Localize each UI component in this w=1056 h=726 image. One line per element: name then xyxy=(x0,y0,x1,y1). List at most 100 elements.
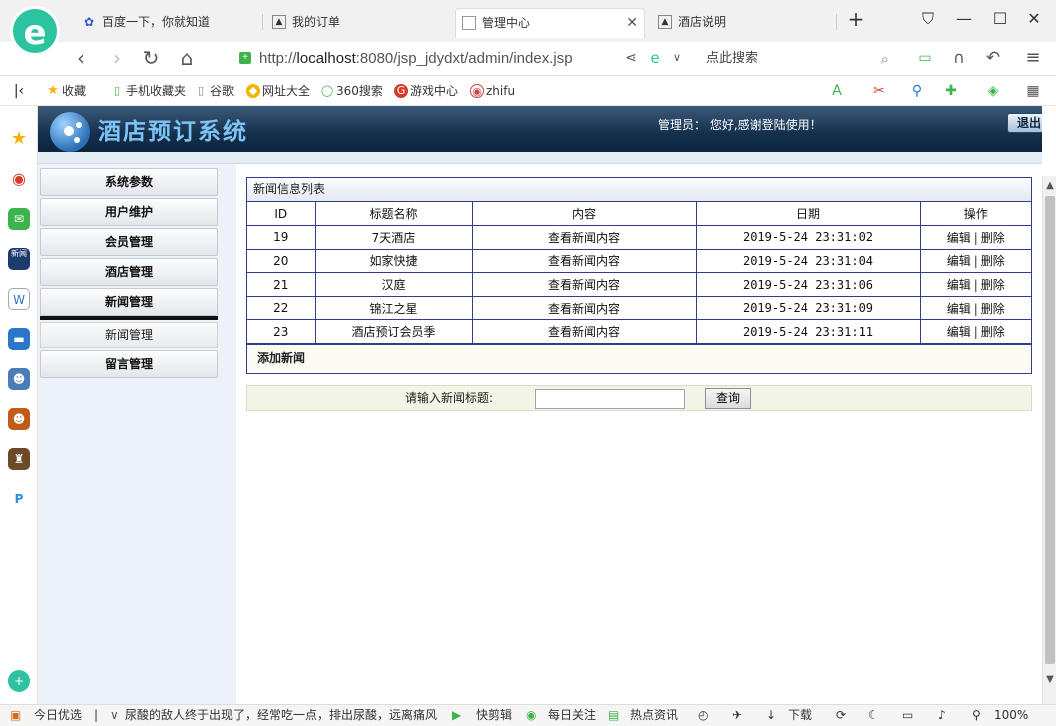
moon-icon[interactable]: ☾ xyxy=(868,705,879,726)
scroll-up-icon[interactable]: ▲ xyxy=(1043,180,1056,191)
scroll-down-icon[interactable]: ▼ xyxy=(1043,674,1056,685)
hot-news-link[interactable]: 热点资讯 xyxy=(630,705,678,726)
quick-clip-link[interactable]: 快剪辑 xyxy=(476,705,512,726)
p-app-icon[interactable]: P xyxy=(8,488,30,510)
menu-icon[interactable]: ≡ xyxy=(1020,46,1046,72)
daily-follow-link[interactable]: 每日关注 xyxy=(548,705,596,726)
gamepad-icon[interactable]: ✚ xyxy=(942,82,960,100)
add-news-link[interactable]: 添加新闻 xyxy=(257,351,305,365)
home-icon[interactable]: ⌂ xyxy=(174,46,200,72)
logout-button[interactable]: 退出 xyxy=(1007,113,1042,133)
bookmark-zhifu[interactable]: ◉ zhifu xyxy=(470,82,515,100)
game-app-icon[interactable]: ♜ xyxy=(8,448,30,470)
menu-user-maintenance[interactable]: 用户维护 xyxy=(40,198,218,226)
maximize-icon[interactable]: ☐ xyxy=(988,8,1012,32)
edit-link[interactable]: 编辑 xyxy=(947,302,971,316)
bookmark-favorites[interactable]: ★ 收藏 xyxy=(46,82,86,100)
news-ticker[interactable]: 尿酸的敌人终于出现了，经常吃一点，排出尿酸，远离痛风 xyxy=(125,705,437,726)
download-icon[interactable]: ↓ xyxy=(766,705,776,726)
hot-news-icon[interactable]: ▤ xyxy=(608,705,619,726)
url-field[interactable]: + http://localhost:8080/jsp_jdydxt/admin… xyxy=(235,46,615,72)
favorites-star-icon[interactable]: ★ xyxy=(8,128,30,150)
search-icon[interactable]: ⌕ xyxy=(881,46,889,72)
news-app-icon[interactable]: 新闻 xyxy=(8,248,30,270)
view-content-link[interactable]: 查看新闻内容 xyxy=(471,272,697,297)
cell-date: 2019-5-24 23:31:04 xyxy=(695,248,921,274)
game-app-icon[interactable]: ☻ xyxy=(8,368,30,390)
edit-link[interactable]: 编辑 xyxy=(947,231,971,245)
window-icon[interactable]: ▭ xyxy=(902,705,913,726)
zoom-tool-icon[interactable]: ⚲ xyxy=(908,82,926,100)
close-tab-icon[interactable]: ✕ xyxy=(626,9,638,37)
weibo-icon[interactable]: ◉ xyxy=(8,168,30,190)
bookmark-google[interactable]: ▯ 谷歌 xyxy=(194,82,234,100)
word-doc-icon[interactable]: W xyxy=(8,288,30,310)
view-content-link[interactable]: 查看新闻内容 xyxy=(471,319,697,345)
zoom-level[interactable]: 100% xyxy=(994,705,1028,726)
news-title-search-input[interactable] xyxy=(535,389,685,409)
edit-link[interactable]: 编辑 xyxy=(947,278,971,292)
apps-grid-icon[interactable]: ▦ xyxy=(1024,82,1042,100)
query-button[interactable]: 查询 xyxy=(705,388,751,409)
menu-message-management[interactable]: 留言管理 xyxy=(40,350,218,378)
close-window-icon[interactable]: ✕ xyxy=(1022,8,1046,32)
translate-icon[interactable]: A xyxy=(828,82,846,100)
bookmark-web-directory[interactable]: ◆ 网址大全 xyxy=(246,82,310,100)
new-tab-button[interactable]: + xyxy=(844,8,868,32)
menu-system-params[interactable]: 系统参数 xyxy=(40,168,218,196)
today-picks-link[interactable]: 今日优选 xyxy=(34,705,82,726)
forward-icon[interactable]: › xyxy=(104,46,130,72)
tab-hotel-info[interactable]: ▲ 酒店说明 xyxy=(652,8,832,38)
minimize-icon[interactable]: — xyxy=(952,8,976,32)
delete-link[interactable]: 删除 xyxy=(981,231,1005,245)
scissors-icon[interactable]: ✂ xyxy=(870,82,888,100)
play-circle-icon[interactable]: ◉ xyxy=(526,705,536,726)
video-clip-icon[interactable]: ▶ xyxy=(452,705,461,726)
menu-member-management[interactable]: 会员管理 xyxy=(40,228,218,256)
scrollbar-thumb[interactable] xyxy=(1045,196,1055,664)
chevron-down-icon[interactable]: ∨ xyxy=(110,705,119,726)
view-content-link[interactable]: 查看新闻内容 xyxy=(471,248,697,274)
menu-news-management[interactable]: 新闻管理 xyxy=(40,288,218,316)
bookmark-mobile[interactable]: ▯ 手机收藏夹 xyxy=(110,82,186,100)
edit-link[interactable]: 编辑 xyxy=(947,254,971,268)
bookmark-game-center[interactable]: G 游戏中心 xyxy=(394,82,458,100)
share-icon[interactable]: ⋖ xyxy=(618,46,644,72)
download-link[interactable]: 下载 xyxy=(788,705,812,726)
view-content-link[interactable]: 查看新闻内容 xyxy=(471,225,697,250)
headphones-icon[interactable]: ∩ xyxy=(946,46,972,72)
view-content-link[interactable]: 查看新闻内容 xyxy=(471,295,697,321)
chat-icon[interactable]: ▬ xyxy=(8,328,30,350)
chevron-down-icon[interactable]: ∨ xyxy=(664,46,690,72)
mail-icon[interactable]: ✉ xyxy=(8,208,30,230)
pin-icon[interactable]: ✈ xyxy=(732,705,742,726)
reload-icon[interactable]: ↻ xyxy=(138,46,164,72)
delete-link[interactable]: 删除 xyxy=(981,325,1005,339)
battery-icon[interactable]: ▭ xyxy=(912,46,938,72)
delete-link[interactable]: 删除 xyxy=(981,302,1005,316)
collapse-sidebar-icon[interactable]: |‹ xyxy=(10,82,28,100)
zoom-icon[interactable]: ⚲ xyxy=(972,705,981,726)
browser-logo-icon[interactable]: e xyxy=(10,6,60,56)
bookmark-360-search[interactable]: ◯ 360搜索 xyxy=(320,82,383,100)
tab-admin-center[interactable]: 管理中心 ✕ xyxy=(455,8,645,38)
speed-icon[interactable]: ◴ xyxy=(698,705,708,726)
game-app-icon[interactable]: ☻ xyxy=(8,408,30,430)
search-field[interactable]: 点此搜索 ⌕ xyxy=(700,46,895,72)
refresh-icon[interactable]: ⟳ xyxy=(836,705,846,726)
submenu-news-management[interactable]: 新闻管理 xyxy=(40,322,218,348)
shirt-icon[interactable]: ⛉ xyxy=(916,8,940,32)
page-scrollbar[interactable]: ▲ ▼ xyxy=(1042,176,1056,704)
delete-link[interactable]: 删除 xyxy=(981,254,1005,268)
tab-my-orders[interactable]: ▲ 我的订单 xyxy=(266,8,446,38)
sound-icon[interactable]: ♪ xyxy=(938,705,946,726)
wallet-icon[interactable]: ◈ xyxy=(984,82,1002,100)
back-icon[interactable]: ‹ xyxy=(68,46,94,72)
gift-icon[interactable]: ▣ xyxy=(10,705,21,726)
menu-hotel-management[interactable]: 酒店管理 xyxy=(40,258,218,286)
add-app-icon[interactable]: + xyxy=(8,670,30,692)
delete-link[interactable]: 删除 xyxy=(981,278,1005,292)
undo-icon[interactable]: ↶ xyxy=(980,46,1006,72)
tab-baidu[interactable]: ✿ 百度一下，你就知道 xyxy=(76,8,256,38)
edit-link[interactable]: 编辑 xyxy=(947,325,971,339)
